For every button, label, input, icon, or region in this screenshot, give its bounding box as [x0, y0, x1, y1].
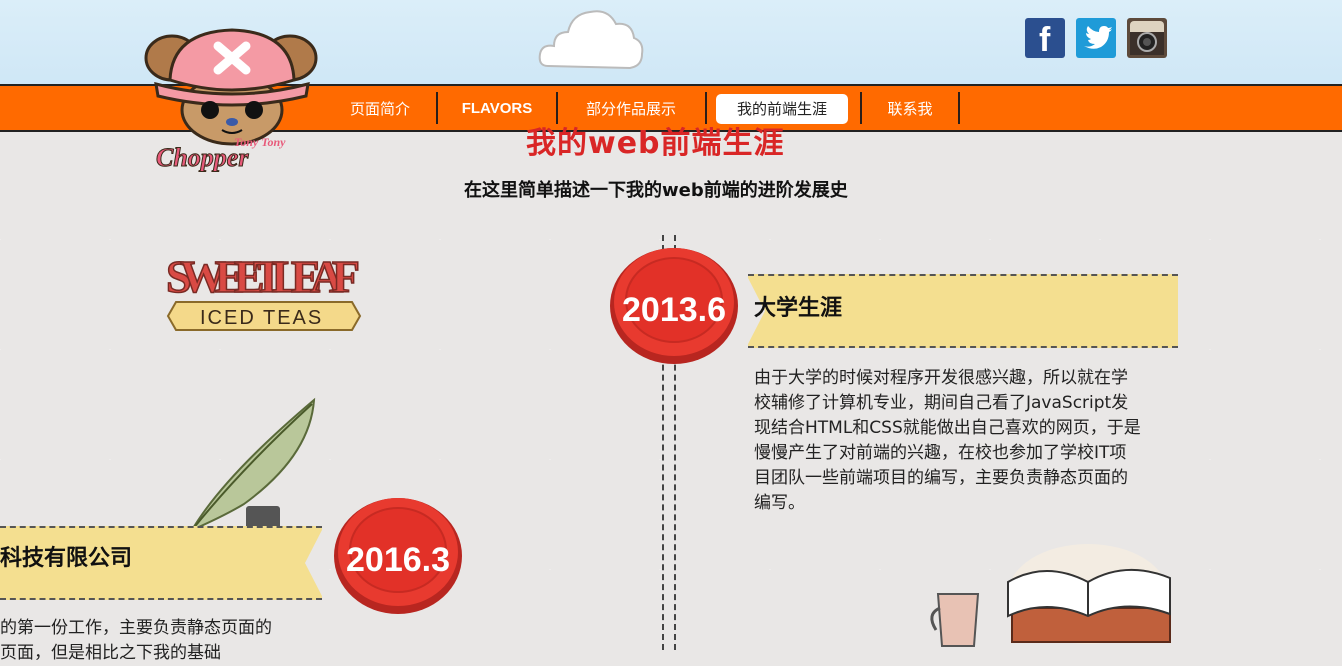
instagram-icon[interactable] [1127, 18, 1167, 58]
body-line: 编写。 [754, 493, 805, 513]
body-line: 慢慢产生了对前端的兴趣，在校也参加了学校IT项 [754, 443, 1127, 463]
timeline-heading: 大学生涯 [754, 296, 843, 321]
section-title: 我的web前端生涯 [526, 126, 785, 161]
brand-line1: SWEET LEAF [166, 251, 360, 302]
timeline-heading: 科技有限公司 [0, 546, 133, 571]
feather-icon [189, 397, 316, 536]
nav-contact[interactable]: 联系我 [876, 94, 944, 124]
books-icon [930, 544, 1171, 647]
chopper-logo[interactable]: Tony Tony Chopper [142, 18, 322, 176]
body-line: 的第一份工作，主要负责静态页面的 [0, 618, 272, 638]
body-line: 现结合HTML和CSS就能做出自己喜欢的网页，于是 [754, 418, 1141, 438]
body-line: 页面，但是相比之下我的基础 [0, 643, 221, 663]
timeline-body: 由于大学的时候对程序开发很感兴趣，所以就在学 校辅修了计算机专业，期间自己看了J… [754, 366, 1184, 516]
facebook-icon[interactable]: f [1025, 18, 1065, 59]
body-line: 目团队一些前端项目的编写，主要负责静态页面的 [754, 468, 1128, 488]
nav-divider [436, 92, 438, 124]
svg-text:f: f [1039, 21, 1051, 58]
body-line: 由于大学的时候对程序开发很感兴趣，所以就在学 [754, 368, 1128, 388]
ribbon-notch [305, 528, 323, 598]
cloud-decoration [538, 10, 644, 70]
logo-text-2: Chopper [156, 143, 249, 172]
twitter-icon[interactable] [1076, 18, 1116, 58]
sweet-leaf-logo: SWEET LEAF ICED TEAS [165, 250, 362, 331]
nav-intro[interactable]: 页面简介 [336, 94, 424, 124]
date-label: 2013.6 [622, 291, 726, 329]
nav-divider [860, 92, 862, 124]
brand-line2: ICED TEAS [200, 307, 323, 329]
nav-divider [958, 92, 960, 124]
timeline-body: 的第一份工作，主要负责静态页面的 页面，但是相比之下我的基础 [0, 616, 330, 666]
body-line: 校辅修了计算机专业，期间自己看了JavaScript发 [754, 393, 1129, 413]
date-label: 2016.3 [346, 541, 450, 579]
section-subtitle: 在这里简单描述一下我的web前端的进阶发展史 [464, 180, 848, 201]
